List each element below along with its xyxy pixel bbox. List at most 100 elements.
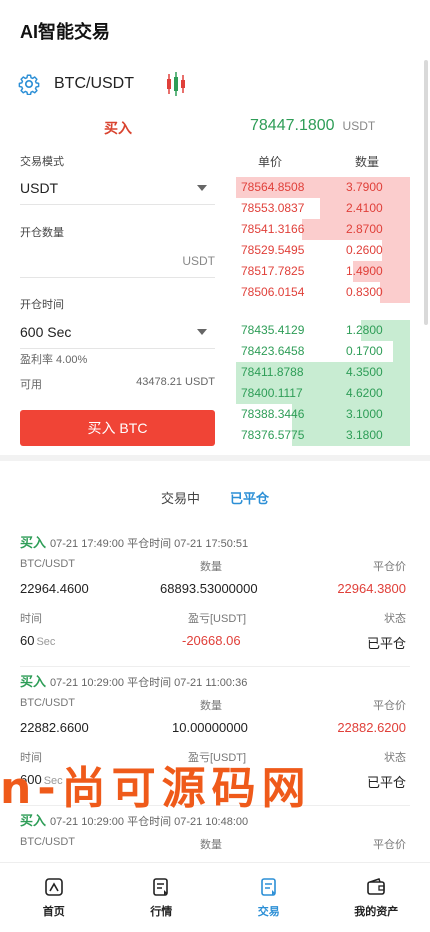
close-price-label: 平仓价 bbox=[373, 700, 406, 712]
open-time-select[interactable]: 600 Sec bbox=[20, 315, 215, 349]
bid-depth-bar bbox=[393, 341, 410, 362]
close-price: 22882.6200 bbox=[337, 720, 406, 735]
nav-trade[interactable]: 交易 bbox=[215, 863, 323, 932]
available-label: 可用 bbox=[20, 379, 42, 391]
bid-row[interactable]: 78411.8788 4.3500 bbox=[236, 362, 410, 383]
ask-price: 78553.0837 bbox=[241, 201, 305, 215]
trade-icon bbox=[260, 878, 276, 896]
bid-amount: 4.3500 bbox=[346, 365, 383, 379]
bid-amount: 3.1800 bbox=[346, 428, 383, 442]
open-quantity-input[interactable]: USDT bbox=[20, 244, 215, 278]
nav-market[interactable]: 行情 bbox=[108, 863, 216, 932]
bid-amount: 1.2800 bbox=[346, 323, 383, 337]
duration-unit: Sec bbox=[36, 636, 56, 648]
pair-label: BTC/USDT bbox=[20, 697, 75, 709]
price-header: 单价 bbox=[258, 155, 283, 169]
duration: 60 Sec bbox=[20, 633, 55, 648]
quantity-unit: USDT bbox=[182, 253, 215, 268]
scrollbar[interactable] bbox=[424, 60, 428, 325]
ask-price: 78506.0154 bbox=[241, 285, 305, 299]
ask-row[interactable]: 78517.7825 1.4900 bbox=[236, 261, 410, 282]
ask-row[interactable]: 78564.8508 3.7900 bbox=[236, 177, 410, 198]
ask-row[interactable]: 78553.0837 2.4100 bbox=[236, 198, 410, 219]
record-side: 买入 bbox=[20, 535, 47, 550]
last-price-unit: USDT bbox=[342, 119, 376, 133]
buy-btc-button[interactable]: 买入 BTC bbox=[20, 410, 215, 446]
section-divider bbox=[0, 455, 430, 461]
bid-amount: 4.6200 bbox=[346, 386, 383, 400]
list-item[interactable]: 买入 07-21 17:49:00 平仓时间 07-21 17:50:51 BTC… bbox=[20, 528, 410, 667]
last-price-value: 78447.1800 bbox=[250, 117, 335, 134]
bottom-nav: 首页 行情 交易 我的资产 bbox=[0, 862, 430, 932]
bid-row[interactable]: 78423.6458 0.1700 bbox=[236, 341, 410, 362]
bid-row[interactable]: 78435.4129 1.2800 bbox=[236, 320, 410, 341]
tab-open-orders[interactable]: 交易中 bbox=[161, 488, 200, 507]
ask-amount: 3.7900 bbox=[346, 180, 383, 194]
home-icon bbox=[44, 878, 63, 896]
bid-row[interactable]: 78400.1117 4.6200 bbox=[236, 383, 410, 404]
close-price-label: 平仓价 bbox=[373, 561, 406, 573]
ask-amount: 0.2600 bbox=[346, 243, 383, 257]
bid-amount: 3.1000 bbox=[346, 407, 383, 421]
bid-price: 78400.1117 bbox=[241, 386, 303, 400]
trade-mode-label: 交易模式 bbox=[20, 156, 64, 168]
record-time: 07-21 17:49:00 平仓时间 07-21 17:50:51 bbox=[50, 538, 249, 550]
ask-amount: 2.8700 bbox=[346, 222, 383, 236]
status-label: 状态 bbox=[384, 613, 406, 625]
ask-row[interactable]: 78541.3166 2.8700 bbox=[236, 219, 410, 240]
available-value: 43478.21 USDT bbox=[136, 376, 215, 388]
candlestick-icon[interactable] bbox=[164, 71, 188, 97]
bid-row[interactable]: 78388.3446 3.1000 bbox=[236, 404, 410, 425]
pnl-label: 盈亏[USDT] bbox=[188, 613, 247, 625]
ask-price: 78529.5495 bbox=[241, 243, 305, 257]
amount: 68893.53000000 bbox=[160, 581, 258, 596]
last-price: 78447.1800 USDT bbox=[250, 117, 375, 135]
pair-label: BTC/USDT bbox=[20, 558, 75, 570]
nav-home[interactable]: 首页 bbox=[0, 863, 108, 932]
bid-amount: 0.1700 bbox=[346, 344, 383, 358]
bid-row[interactable]: 78376.5775 3.1800 bbox=[236, 425, 410, 446]
record-header: 买入 07-21 17:49:00 平仓时间 07-21 17:50:51 bbox=[20, 532, 248, 551]
open-time-value: 600 Sec bbox=[20, 323, 72, 340]
amount-label: 数量 bbox=[200, 561, 222, 573]
nav-assets[interactable]: 我的资产 bbox=[323, 863, 430, 932]
ask-depth-bar bbox=[380, 282, 410, 303]
ask-row[interactable]: 78506.0154 0.8300 bbox=[236, 282, 410, 303]
bid-price: 78388.3446 bbox=[241, 407, 305, 421]
wallet-icon bbox=[367, 878, 386, 895]
close-price: 22964.3800 bbox=[337, 581, 406, 596]
open-price: 22882.6600 bbox=[20, 720, 89, 735]
order-tabs: 交易中 已平仓 bbox=[0, 488, 430, 507]
bid-price: 78435.4129 bbox=[241, 323, 305, 337]
time-label: 时间 bbox=[20, 613, 42, 625]
trade-mode-select[interactable]: USDT bbox=[20, 171, 215, 205]
pair-name[interactable]: BTC/USDT bbox=[54, 75, 134, 93]
buy-tab[interactable]: 买入 bbox=[104, 118, 132, 138]
nav-market-label: 行情 bbox=[150, 906, 173, 918]
tab-closed-orders[interactable]: 已平仓 bbox=[230, 488, 269, 507]
duration-value: 60 bbox=[20, 633, 35, 648]
ask-price: 78517.7825 bbox=[241, 264, 305, 278]
amount-header: 数量 bbox=[355, 155, 380, 169]
close-price-label: 平仓价 bbox=[373, 839, 406, 851]
gear-icon[interactable] bbox=[18, 73, 40, 95]
open-time-label: 开仓时间 bbox=[20, 299, 64, 311]
pair-selector[interactable]: BTC/USDT bbox=[18, 70, 188, 98]
nav-trade-label: 交易 bbox=[257, 906, 280, 918]
nav-home-label: 首页 bbox=[42, 906, 65, 918]
ask-depth-bar bbox=[382, 240, 410, 261]
available-balance: 可用 43478.21 USDT bbox=[20, 376, 215, 392]
nav-assets-label: 我的资产 bbox=[354, 906, 399, 918]
ask-amount: 2.4100 bbox=[346, 201, 383, 215]
status-badge: 已平仓 bbox=[366, 636, 406, 651]
profit-rate: 盈利率 4.00% bbox=[20, 354, 88, 366]
record-time: 07-21 10:29:00 平仓时间 07-21 10:48:00 bbox=[50, 816, 249, 828]
ask-price: 78564.8508 bbox=[241, 180, 305, 194]
pnl-value: -20668.06 bbox=[182, 633, 241, 648]
amount: 10.00000000 bbox=[172, 720, 248, 735]
ask-row[interactable]: 78529.5495 0.2600 bbox=[236, 240, 410, 261]
record-header: 买入 07-21 10:29:00 平仓时间 07-21 11:00:36 bbox=[20, 671, 247, 690]
chevron-down-icon bbox=[197, 328, 207, 335]
market-icon bbox=[153, 878, 169, 896]
bid-price: 78376.5775 bbox=[241, 428, 305, 442]
